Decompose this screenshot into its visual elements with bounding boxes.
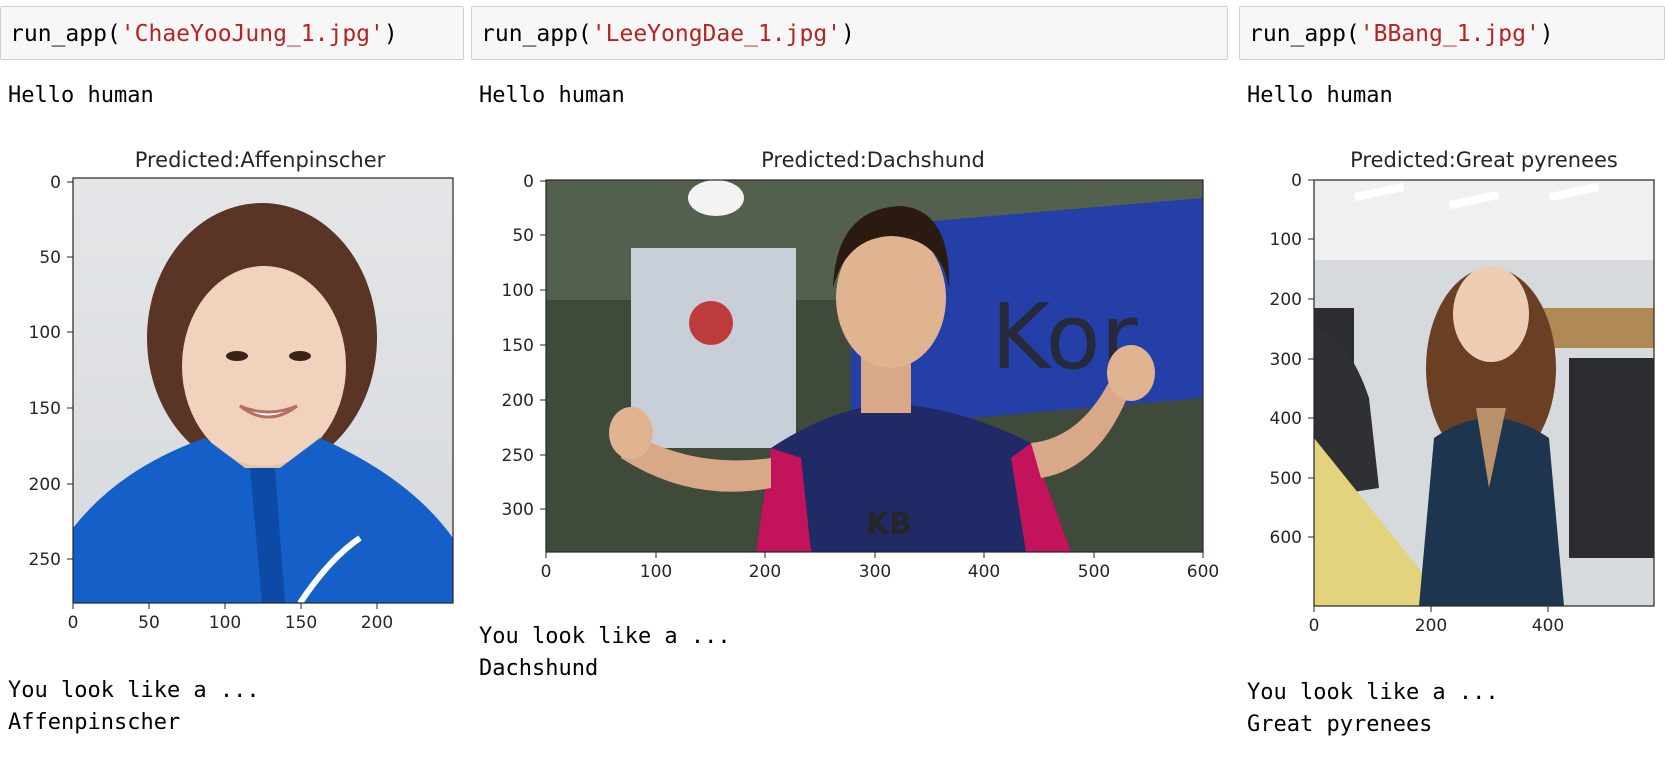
predicted-breed: Dachshund xyxy=(479,656,599,681)
y-tick-label: 400 xyxy=(1270,409,1302,429)
y-tick-label: 300 xyxy=(1270,350,1302,370)
result-label: You look like a ... xyxy=(1247,680,1499,705)
svg-text:KB: KB xyxy=(866,507,912,542)
x-tick-label: 50 xyxy=(138,613,160,633)
predicted-breed: Affenpinscher xyxy=(8,710,181,735)
y-tick-label: 50 xyxy=(512,226,534,246)
output-cell-3: run_app('BBang_1.jpg') Hello human Predi… xyxy=(1239,0,1665,764)
output-cell-1: run_app('ChaeYooJung_1.jpg') Hello human… xyxy=(0,0,464,764)
x-ticks: 0 50 100 150 200 xyxy=(68,603,393,633)
x-tick-label: 150 xyxy=(285,613,317,633)
athlete-photo: Kor KB xyxy=(546,180,1203,552)
y-tick-label: 300 xyxy=(502,500,534,520)
y-tick-label: 600 xyxy=(1270,528,1302,548)
y-ticks: 0 50 100 150 200 250 300 xyxy=(502,172,546,520)
y-tick-label: 0 xyxy=(1291,171,1302,191)
code-function: run_app( xyxy=(1249,21,1360,47)
y-tick-label: 500 xyxy=(1270,469,1302,489)
y-tick-label: 150 xyxy=(29,399,61,419)
y-tick-label: 100 xyxy=(1270,230,1302,250)
greeting-output: Hello human xyxy=(8,83,154,108)
x-tick-label: 600 xyxy=(1187,562,1219,582)
prediction-figure: Predicted:Great pyrenees 0 200 400 0 100… xyxy=(1270,148,1655,636)
classroom-photo xyxy=(1314,180,1654,606)
y-tick-label: 200 xyxy=(1270,290,1302,310)
greeting-output: Hello human xyxy=(479,83,625,108)
x-tick-label: 0 xyxy=(541,562,552,582)
plot-title: Predicted:Dachshund xyxy=(761,148,985,172)
code-string-argument: 'BBang_1.jpg' xyxy=(1359,21,1540,47)
x-tick-label: 200 xyxy=(361,613,393,633)
result-label: You look like a ... xyxy=(8,678,260,703)
x-tick-label: 200 xyxy=(749,562,781,582)
y-tick-label: 200 xyxy=(29,475,61,495)
x-tick-label: 200 xyxy=(1415,616,1447,636)
code-function: run_app( xyxy=(481,21,592,47)
y-tick-label: 150 xyxy=(502,336,534,356)
y-tick-label: 250 xyxy=(29,550,61,570)
y-tick-label: 100 xyxy=(29,323,61,343)
y-tick-label: 50 xyxy=(39,248,61,268)
x-tick-label: 500 xyxy=(1078,562,1110,582)
x-ticks: 0 200 400 xyxy=(1309,606,1564,636)
x-tick-label: 300 xyxy=(859,562,891,582)
y-tick-label: 100 xyxy=(502,281,534,301)
predicted-breed: Great pyrenees xyxy=(1247,712,1433,737)
code-closing-paren: ) xyxy=(1539,21,1554,47)
y-tick-label: 0 xyxy=(50,173,61,193)
output-cell-2: run_app('LeeYongDae_1.jpg') Hello human … xyxy=(471,0,1228,764)
prediction-figure: Predicted:Dachshund Kor KB 0 100 200 300… xyxy=(502,148,1220,582)
x-tick-label: 400 xyxy=(1532,616,1564,636)
y-tick-label: 200 xyxy=(502,391,534,411)
x-tick-label: 100 xyxy=(209,613,241,633)
y-ticks: 0 100 200 300 400 500 600 xyxy=(1270,171,1314,548)
code-input-cell[interactable]: run_app('BBang_1.jpg') xyxy=(1239,6,1665,60)
greeting-output: Hello human xyxy=(1247,83,1393,108)
plot-title: Predicted:Affenpinscher xyxy=(135,148,386,172)
code-function: run_app( xyxy=(10,21,121,47)
result-label: You look like a ... xyxy=(479,624,731,649)
code-string-argument: 'LeeYongDae_1.jpg' xyxy=(591,21,842,47)
x-tick-label: 400 xyxy=(968,562,1000,582)
y-tick-label: 0 xyxy=(523,172,534,192)
prediction-figure: Predicted:Affenpinscher 0 50 100 150 200… xyxy=(29,148,454,633)
x-tick-label: 0 xyxy=(1309,616,1320,636)
x-tick-label: 0 xyxy=(68,613,79,633)
code-closing-paren: ) xyxy=(841,21,855,47)
x-ticks: 0 100 200 300 400 500 600 xyxy=(541,552,1219,582)
y-tick-label: 250 xyxy=(502,446,534,466)
portrait-photo xyxy=(73,178,453,603)
code-input-cell[interactable]: run_app('LeeYongDae_1.jpg') xyxy=(471,6,1228,60)
x-tick-label: 100 xyxy=(640,562,672,582)
plot-title: Predicted:Great pyrenees xyxy=(1350,148,1618,172)
y-ticks: 0 50 100 150 200 250 xyxy=(29,173,73,570)
code-string-argument: 'ChaeYooJung_1.jpg' xyxy=(120,21,384,47)
code-input-cell[interactable]: run_app('ChaeYooJung_1.jpg') xyxy=(0,6,464,60)
code-closing-paren: ) xyxy=(383,21,398,47)
